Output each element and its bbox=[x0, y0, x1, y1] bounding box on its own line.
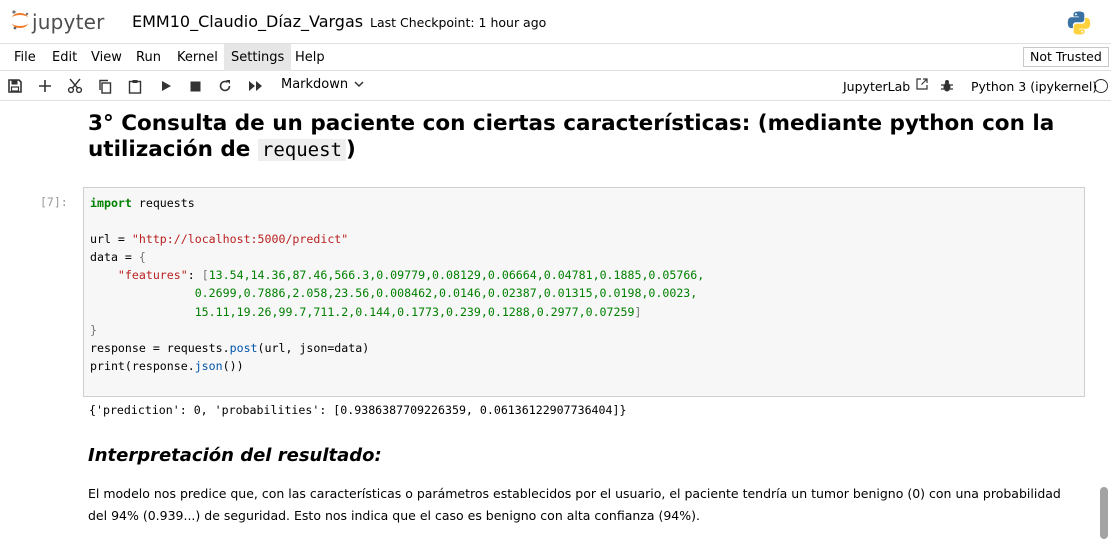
menu-help[interactable]: Help bbox=[288, 44, 332, 71]
checkpoint-status: Last Checkpoint: 1 hour ago bbox=[370, 15, 547, 30]
code-token: 15.11,19.26,99.7,711.2,0.144,0.1773,0.23… bbox=[194, 304, 635, 319]
run-icon[interactable] bbox=[156, 76, 176, 96]
code-token: ] bbox=[634, 304, 642, 319]
open-jupyterlab-link[interactable]: JupyterLab bbox=[843, 78, 928, 94]
code-token: { bbox=[138, 250, 146, 265]
menu-run[interactable]: Run bbox=[129, 44, 168, 71]
code-token: [ bbox=[201, 268, 209, 283]
heading-line-2: utilización de request) bbox=[88, 137, 1068, 163]
menu-kernel[interactable]: Kernel bbox=[170, 44, 225, 71]
python-logo-icon bbox=[1066, 10, 1092, 40]
jupyter-logo[interactable]: jupyter bbox=[10, 9, 105, 35]
kernel-status-icon bbox=[1094, 79, 1108, 93]
code-token: "http://localhost:5000/predict" bbox=[131, 232, 349, 247]
code-token: 0.2699,0.7886,2.058,23.56,0.008462,0.014… bbox=[194, 286, 698, 301]
markdown-heading[interactable]: 3° Consulta de un paciente con ciertas c… bbox=[88, 111, 1068, 163]
code-token: json bbox=[194, 358, 223, 373]
menu-bar: File Edit View Run Kernel Settings Help … bbox=[0, 43, 1111, 71]
markdown-subheading[interactable]: Interpretación del resultado: bbox=[88, 445, 382, 466]
code-token: } bbox=[90, 322, 97, 337]
code-token: post bbox=[229, 340, 258, 355]
cut-icon[interactable] bbox=[65, 76, 85, 96]
cell-type-label: Markdown bbox=[281, 77, 349, 92]
cell-type-dropdown[interactable]: Markdown bbox=[281, 77, 364, 92]
code-token: : bbox=[187, 268, 202, 283]
jupyter-logo-text: jupyter bbox=[32, 10, 105, 34]
cell-prompt: [7]: bbox=[40, 195, 68, 209]
menu-edit[interactable]: Edit bbox=[45, 44, 84, 71]
code-token: "features" bbox=[117, 268, 188, 283]
code-token: (url, json=data) bbox=[257, 340, 370, 355]
jupyterlab-label: JupyterLab bbox=[843, 79, 911, 94]
code-content: import requests url = "http://localhost:… bbox=[90, 194, 704, 375]
code-token: import bbox=[90, 196, 132, 210]
code-token: response = requests. bbox=[90, 340, 230, 355]
kernel-name[interactable]: Python 3 (ipykernel) bbox=[971, 79, 1097, 94]
menu-file[interactable]: File bbox=[7, 44, 43, 71]
menu-view[interactable]: View bbox=[84, 44, 129, 71]
code-token: 13.54,14.36,87.46,566.3,0.09779,0.08129,… bbox=[208, 268, 705, 283]
paste-icon[interactable] bbox=[125, 76, 145, 96]
code-token: ()) bbox=[222, 358, 244, 373]
menu-settings[interactable]: Settings bbox=[224, 44, 292, 71]
heading-inline-code: request bbox=[257, 139, 346, 161]
code-cell-editor[interactable]: import requests url = "http://localhost:… bbox=[83, 187, 1085, 397]
run-all-icon[interactable] bbox=[245, 76, 265, 96]
notebook-toolbar: Markdown JupyterLab Python 3 (ipykernel) bbox=[0, 71, 1111, 101]
heading-line-2-text: utilización de bbox=[88, 137, 251, 162]
code-token: requests bbox=[131, 196, 195, 210]
code-token: data = bbox=[90, 250, 139, 265]
stop-icon[interactable] bbox=[185, 76, 205, 96]
bug-icon[interactable] bbox=[937, 76, 957, 96]
jupyter-logo-icon bbox=[10, 9, 30, 35]
add-cell-icon[interactable] bbox=[35, 76, 55, 96]
cell-output: {'prediction': 0, 'probabilities': [0.93… bbox=[89, 403, 627, 417]
header: jupyter EMM10_Claudio_Díaz_Vargas Last C… bbox=[0, 0, 1111, 43]
heading-line-2-suffix: ) bbox=[345, 137, 356, 162]
scrollbar-thumb[interactable] bbox=[1100, 487, 1108, 539]
code-token: url = bbox=[90, 232, 132, 247]
notebook-scrollbar[interactable] bbox=[1098, 101, 1110, 550]
external-link-icon bbox=[916, 78, 928, 93]
save-icon[interactable] bbox=[5, 76, 25, 96]
chevron-down-icon bbox=[354, 80, 364, 91]
code-token: print(response. bbox=[90, 358, 195, 373]
markdown-paragraph[interactable]: El modelo nos predice que, con las carac… bbox=[88, 483, 1078, 527]
notebook-title[interactable]: EMM10_Claudio_Díaz_Vargas bbox=[132, 12, 363, 31]
copy-icon[interactable] bbox=[95, 76, 115, 96]
notebook-panel: 3° Consulta de un paciente con ciertas c… bbox=[0, 101, 1111, 550]
trust-status-button[interactable]: Not Trusted bbox=[1023, 47, 1109, 67]
heading-line-1: 3° Consulta de un paciente con ciertas c… bbox=[88, 111, 1055, 136]
restart-icon[interactable] bbox=[215, 76, 235, 96]
